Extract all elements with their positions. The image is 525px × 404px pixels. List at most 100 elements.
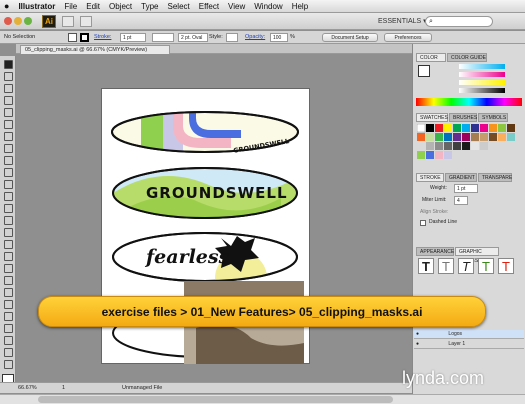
tab-gradient[interactable]: GRADIENT	[445, 173, 477, 182]
stroke-profile-dropdown[interactable]	[152, 33, 174, 42]
perspective-grid-tool-icon[interactable]	[4, 252, 13, 261]
graphic-style-2[interactable]: T	[438, 258, 454, 274]
menu-object[interactable]: Object	[109, 2, 132, 11]
artboard-tool-icon[interactable]	[4, 336, 13, 345]
tab-swatches[interactable]: SWATCHES	[416, 113, 448, 122]
menu-type[interactable]: Type	[141, 2, 158, 11]
preferences-button[interactable]: Preferences	[384, 33, 432, 42]
graphic-style-5[interactable]: T	[498, 258, 514, 274]
graph-tool-icon[interactable]	[4, 324, 13, 333]
zoom-level[interactable]: 66.67%	[18, 385, 37, 391]
layer-row[interactable]: ● Logos	[414, 330, 524, 339]
eyedropper-tool-icon[interactable]	[4, 288, 13, 297]
minimize-icon[interactable]	[14, 17, 22, 25]
swatch-grid[interactable]	[417, 124, 523, 168]
shape-builder-tool-icon[interactable]	[4, 240, 13, 249]
paintbrush-tool-icon[interactable]	[4, 144, 13, 153]
menu-file[interactable]: File	[64, 2, 77, 11]
tab-brushes[interactable]: BRUSHES	[449, 113, 477, 122]
fill-swatch[interactable]	[68, 33, 77, 42]
layer-row[interactable]: ● Layer 1	[414, 340, 524, 349]
layer-visibility-icon[interactable]: ●	[416, 331, 419, 337]
stroke-weight-field[interactable]: 1 pt	[120, 33, 146, 42]
eraser-tool-icon[interactable]	[4, 180, 13, 189]
tab-graphic-styles[interactable]: GRAPHIC STYLES	[455, 247, 499, 264]
tab-transparency[interactable]: TRANSPARE	[478, 173, 512, 182]
miter-limit-label: Miter Limit:	[422, 197, 447, 203]
menu-effect[interactable]: Effect	[199, 2, 219, 11]
control-panel: No Selection Stroke: 1 pt 2 pt. Oval Sty…	[0, 31, 525, 44]
layer-visibility-icon[interactable]: ●	[416, 341, 419, 347]
graphic-style-4[interactable]: T	[478, 258, 494, 274]
weight-field[interactable]: 1 pt	[454, 184, 478, 193]
symbol-sprayer-tool-icon[interactable]	[4, 312, 13, 321]
bridge-icon[interactable]	[62, 16, 74, 27]
arrange-documents-icon[interactable]	[80, 16, 92, 27]
tab-appearance[interactable]: APPEARANCE	[416, 247, 454, 256]
direct-selection-tool-icon[interactable]	[4, 72, 13, 81]
artboard-navigation[interactable]: 1	[62, 385, 65, 391]
pencil-tool-icon[interactable]	[4, 156, 13, 165]
align-stroke-label: Align Stroke:	[420, 209, 449, 215]
line-tool-icon[interactable]	[4, 120, 13, 129]
zoom-tool-icon[interactable]	[4, 360, 13, 369]
menu-edit[interactable]: Edit	[86, 2, 100, 11]
menu-window[interactable]: Window	[254, 2, 282, 11]
menu-illustrator[interactable]: Illustrator	[18, 2, 55, 11]
color-fill-proxy[interactable]	[418, 65, 430, 77]
zoom-icon[interactable]	[24, 17, 32, 25]
color-spectrum-bar[interactable]	[416, 98, 522, 106]
stroke-swatch[interactable]	[80, 33, 89, 42]
yellow-slider[interactable]	[459, 80, 505, 85]
cyan-slider[interactable]	[459, 64, 505, 69]
opacity-field[interactable]: 100	[270, 33, 288, 42]
close-icon[interactable]	[4, 17, 12, 25]
blob-brush-tool-icon[interactable]	[4, 168, 13, 177]
blend-tool-icon[interactable]	[4, 300, 13, 309]
dashed-line-label: Dashed Line	[429, 219, 458, 225]
horizontal-scrollbar[interactable]	[0, 394, 525, 404]
rotate-tool-icon[interactable]	[4, 192, 13, 201]
graphic-style-thumbnails[interactable]: T T T T T	[418, 258, 522, 280]
scale-tool-icon[interactable]	[4, 204, 13, 213]
document-tab[interactable]: 05_clipping_masks.ai @ 66.67% (CMYK/Prev…	[20, 45, 170, 54]
menu-help[interactable]: Help	[292, 2, 308, 11]
scroll-thumb[interactable]	[38, 396, 393, 403]
tab-symbols[interactable]: SYMBOLS	[478, 113, 508, 122]
type-tool-icon[interactable]	[4, 108, 13, 117]
black-slider[interactable]	[459, 88, 505, 93]
graphic-style-swatch[interactable]	[226, 33, 238, 42]
opacity-label: Opacity:	[245, 34, 266, 40]
apple-menu-icon[interactable]: ●	[4, 1, 9, 11]
width-tool-icon[interactable]	[4, 216, 13, 225]
brush-definition-dropdown[interactable]: 2 pt. Oval	[178, 33, 208, 42]
menu-view[interactable]: View	[228, 2, 245, 11]
tools-panel	[0, 56, 16, 391]
free-transform-tool-icon[interactable]	[4, 228, 13, 237]
graphic-style-3[interactable]: T	[458, 258, 474, 274]
graphic-style-1[interactable]: T	[418, 258, 434, 274]
mesh-tool-icon[interactable]	[4, 264, 13, 273]
gradient-tool-icon[interactable]	[4, 276, 13, 285]
miter-limit-field[interactable]: 4	[454, 196, 468, 205]
selection-status: No Selection	[4, 34, 36, 40]
tab-color-guide[interactable]: COLOR GUIDE	[447, 53, 487, 62]
menu-select[interactable]: Select	[168, 2, 190, 11]
workspace-switcher[interactable]: ESSENTIALS ▾	[378, 17, 427, 25]
hand-tool-icon[interactable]	[4, 348, 13, 357]
layer-name[interactable]: Logos	[448, 331, 462, 337]
rectangle-tool-icon[interactable]	[4, 132, 13, 141]
pen-tool-icon[interactable]	[4, 96, 13, 105]
magic-wand-tool-icon[interactable]	[4, 84, 13, 93]
dashed-line-checkbox[interactable]	[420, 220, 426, 226]
document-setup-button[interactable]: Document Setup	[322, 33, 378, 42]
illustrator-logo: Ai	[42, 15, 56, 28]
search-icon: ⌕	[429, 18, 433, 25]
layer-name[interactable]: Layer 1	[448, 341, 465, 347]
board3-logo-text: fearless	[146, 246, 230, 268]
search-input[interactable]: ⌕	[425, 16, 493, 27]
tab-stroke[interactable]: STROKE	[416, 173, 444, 182]
tab-color[interactable]: COLOR	[416, 53, 446, 62]
magenta-slider[interactable]	[459, 72, 505, 77]
selection-tool-icon[interactable]	[4, 60, 13, 69]
